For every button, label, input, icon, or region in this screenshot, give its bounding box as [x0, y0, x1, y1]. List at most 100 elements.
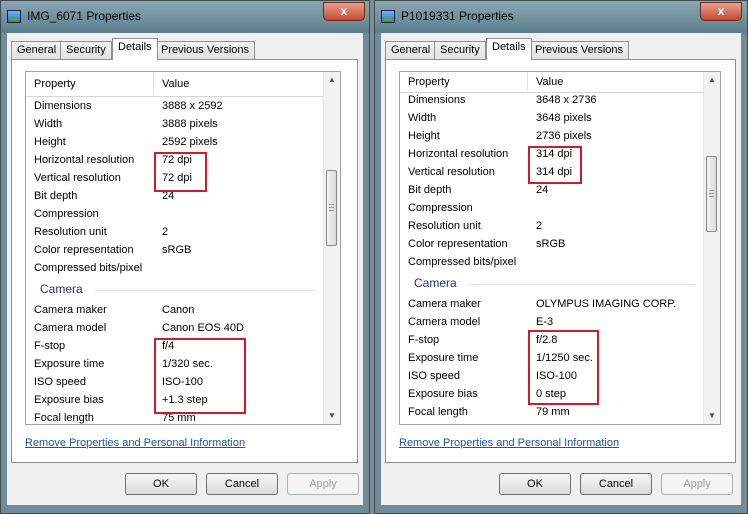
property-row[interactable]: Width 3888 pixels	[26, 116, 324, 134]
cancel-button[interactable]: Cancel	[580, 473, 652, 495]
property-row[interactable]: Height 2592 pixels	[26, 134, 324, 152]
property-value: sRGB	[162, 244, 192, 256]
window-title: P1019331 Properties	[401, 9, 514, 23]
remove-properties-link[interactable]: Remove Properties and Personal Informati…	[25, 437, 245, 449]
dialog-client: General Security Details Previous Versio…	[381, 33, 741, 505]
scrollbar-thumb[interactable]	[326, 170, 337, 246]
tab-general[interactable]: General	[385, 41, 437, 59]
column-header-value[interactable]: Value	[162, 78, 189, 90]
property-name: Camera maker	[34, 304, 107, 316]
property-name: ISO speed	[34, 376, 86, 388]
group-divider	[468, 284, 696, 285]
property-name: Color representation	[408, 238, 508, 250]
property-name: Bit depth	[408, 184, 452, 196]
property-row[interactable]: Compression	[400, 200, 704, 218]
property-value: 79 mm	[536, 406, 570, 418]
image-file-icon	[381, 10, 395, 23]
property-name: Horizontal resolution	[408, 148, 509, 160]
property-name: Width	[34, 118, 63, 130]
scroll-up-arrow-icon[interactable]: ▲	[324, 72, 340, 88]
resolution-highlight-box	[528, 146, 582, 184]
tab-security[interactable]: Security	[60, 41, 112, 59]
list-header: Property Value	[26, 72, 324, 97]
window-title: IMG_6071 Properties	[27, 9, 142, 23]
tab-previous-versions[interactable]: Previous Versions	[155, 41, 256, 59]
tab-details[interactable]: Details	[112, 38, 158, 60]
property-row[interactable]: Compression	[26, 206, 324, 224]
close-button[interactable]: x	[323, 2, 365, 21]
property-name: Camera model	[408, 316, 481, 328]
camera-settings-highlight-box	[154, 338, 246, 414]
close-button[interactable]: x	[700, 2, 742, 21]
property-row[interactable]: Focal length 79 mm	[400, 404, 704, 422]
column-divider[interactable]	[527, 72, 528, 91]
group-header-camera: Camera	[26, 280, 324, 298]
property-value: Canon	[162, 304, 195, 316]
property-name: Horizontal resolution	[34, 154, 135, 166]
property-name: Bit depth	[34, 190, 78, 202]
ok-button[interactable]: OK	[125, 473, 197, 495]
vertical-scrollbar[interactable]: ▲ ▼	[703, 72, 720, 424]
property-row[interactable]: Bit depth 24	[400, 182, 704, 200]
title-bar[interactable]: P1019331 Properties x	[375, 1, 747, 33]
column-header-property[interactable]: Property	[408, 76, 450, 88]
scrollbar-thumb[interactable]	[706, 156, 717, 232]
tab-details[interactable]: Details	[486, 38, 532, 60]
property-value: 3888 x 2592	[162, 100, 223, 112]
dialog-client: General Security Details Previous Versio…	[7, 33, 363, 505]
property-row[interactable]: Dimensions 3648 x 2736	[400, 92, 704, 110]
column-header-property[interactable]: Property	[34, 78, 76, 90]
property-row[interactable]: Compressed bits/pixel	[26, 260, 324, 278]
property-name: Height	[34, 136, 66, 148]
property-name: Dimensions	[408, 94, 466, 106]
property-name: Color representation	[34, 244, 134, 256]
vertical-scrollbar[interactable]: ▲ ▼	[323, 72, 340, 424]
property-name: Exposure time	[34, 358, 105, 370]
title-bar[interactable]: IMG_6071 Properties x	[1, 1, 369, 33]
property-name: ISO speed	[408, 370, 460, 382]
property-row[interactable]: Color representation sRGB	[400, 236, 704, 254]
scroll-up-arrow-icon[interactable]: ▲	[704, 72, 720, 88]
list-header: Property Value	[400, 72, 704, 93]
cancel-button[interactable]: Cancel	[206, 473, 278, 495]
property-value: 3648 pixels	[536, 112, 592, 124]
tab-previous-versions[interactable]: Previous Versions	[529, 41, 630, 59]
camera-settings-highlight-box	[528, 330, 599, 405]
tab-security[interactable]: Security	[434, 41, 486, 59]
property-name: Compression	[34, 208, 99, 220]
tab-general[interactable]: General	[11, 41, 63, 59]
property-value: OLYMPUS IMAGING CORP.	[536, 298, 677, 310]
property-name: Compressed bits/pixel	[408, 256, 517, 268]
property-name: Camera maker	[408, 298, 481, 310]
property-value: sRGB	[536, 238, 566, 250]
property-name: Resolution unit	[34, 226, 107, 238]
property-name: Focal length	[34, 412, 94, 424]
property-row[interactable]: Color representation sRGB	[26, 242, 324, 260]
property-value: Canon EOS 40D	[162, 322, 244, 334]
property-row[interactable]: Camera maker OLYMPUS IMAGING CORP.	[400, 296, 704, 314]
property-row[interactable]: Camera model Canon EOS 40D	[26, 320, 324, 338]
ok-button[interactable]: OK	[499, 473, 571, 495]
property-value: E-3	[536, 316, 554, 328]
scroll-down-arrow-icon[interactable]: ▼	[704, 408, 720, 424]
property-value: 2	[162, 226, 169, 238]
property-row[interactable]: Height 2736 pixels	[400, 128, 704, 146]
property-row[interactable]: Compressed bits/pixel	[400, 254, 704, 272]
property-name: Exposure bias	[34, 394, 104, 406]
column-divider[interactable]	[153, 72, 154, 95]
group-divider	[94, 290, 316, 291]
apply-button[interactable]: Apply	[287, 473, 359, 495]
property-value: 3648 x 2736	[536, 94, 597, 106]
scroll-down-arrow-icon[interactable]: ▼	[324, 408, 340, 424]
property-value: 2592 pixels	[162, 136, 218, 148]
remove-properties-link[interactable]: Remove Properties and Personal Informati…	[399, 437, 619, 449]
property-row[interactable]: Width 3648 pixels	[400, 110, 704, 128]
property-row[interactable]: Dimensions 3888 x 2592	[26, 98, 324, 116]
property-row[interactable]: Resolution unit 2	[400, 218, 704, 236]
property-value: 2	[536, 220, 543, 232]
property-row[interactable]: Camera maker Canon	[26, 302, 324, 320]
properties-window-2: P1019331 Properties x General Security D…	[374, 0, 748, 514]
column-header-value[interactable]: Value	[536, 76, 563, 88]
apply-button[interactable]: Apply	[661, 473, 733, 495]
property-row[interactable]: Resolution unit 2	[26, 224, 324, 242]
